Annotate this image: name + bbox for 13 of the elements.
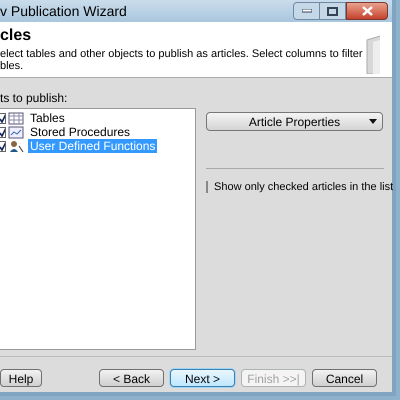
- cancel-button[interactable]: Cancel: [312, 369, 377, 387]
- page-title: cles: [0, 26, 32, 46]
- list-item[interactable]: Tables: [28, 111, 67, 125]
- article-properties-button[interactable]: Article Properties: [206, 112, 383, 131]
- checkbox-label: Show only checked articles in the list: [214, 180, 394, 195]
- list-item[interactable]: Stored Procedures: [28, 125, 132, 139]
- next-button[interactable]: Next >: [170, 369, 235, 387]
- help-button[interactable]: Help: [0, 369, 42, 387]
- objects-label: ts to publish:: [0, 90, 68, 106]
- window-title: v Publication Wizard: [0, 2, 127, 20]
- back-button[interactable]: < Back: [99, 369, 164, 387]
- description-text: elect tables and other objects to publish as articles. Select columns to filter: [0, 48, 363, 60]
- description-text: bles.: [0, 60, 24, 72]
